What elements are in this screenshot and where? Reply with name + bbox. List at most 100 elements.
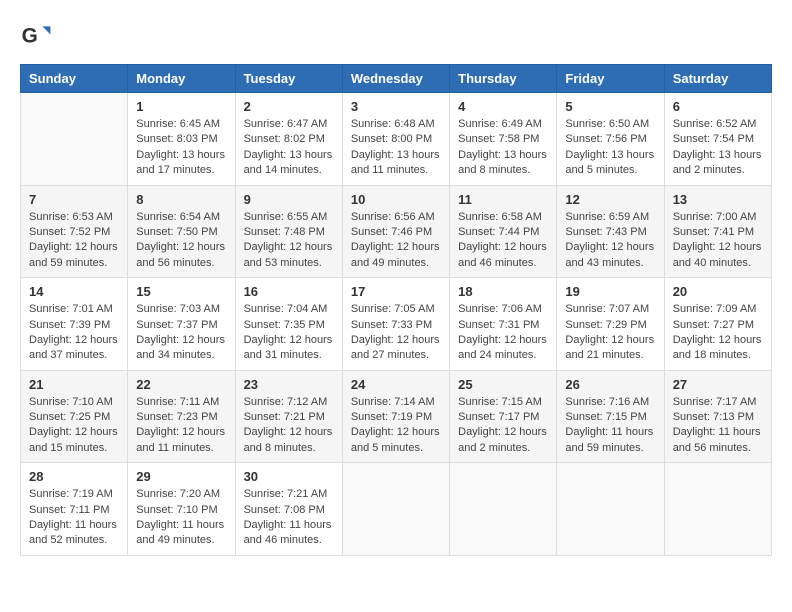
day-number: 10 xyxy=(351,192,441,207)
calendar-cell: 26Sunrise: 7:16 AMSunset: 7:15 PMDayligh… xyxy=(557,370,664,463)
cell-content-line: Sunrise: 7:17 AM xyxy=(673,395,763,410)
cell-content-line: Daylight: 13 hours xyxy=(136,148,226,163)
cell-content-line: and 8 minutes. xyxy=(244,441,334,456)
calendar-cell: 21Sunrise: 7:10 AMSunset: 7:25 PMDayligh… xyxy=(21,370,128,463)
day-number: 26 xyxy=(565,377,655,392)
calendar-cell: 28Sunrise: 7:19 AMSunset: 7:11 PMDayligh… xyxy=(21,463,128,556)
calendar-cell xyxy=(557,463,664,556)
calendar-week-row: 28Sunrise: 7:19 AMSunset: 7:11 PMDayligh… xyxy=(21,463,772,556)
cell-content-line: Sunrise: 7:04 AM xyxy=(244,302,334,317)
cell-content-line: Daylight: 12 hours xyxy=(29,333,119,348)
day-number: 22 xyxy=(136,377,226,392)
cell-content-line: Daylight: 12 hours xyxy=(136,240,226,255)
day-number: 21 xyxy=(29,377,119,392)
cell-content-line: Sunset: 8:03 PM xyxy=(136,132,226,147)
cell-content-line: Daylight: 11 hours xyxy=(29,518,119,533)
calendar-week-row: 14Sunrise: 7:01 AMSunset: 7:39 PMDayligh… xyxy=(21,278,772,371)
cell-content-line: Daylight: 12 hours xyxy=(136,333,226,348)
cell-content-line: Sunset: 7:41 PM xyxy=(673,225,763,240)
logo: G xyxy=(20,20,56,52)
calendar-cell: 10Sunrise: 6:56 AMSunset: 7:46 PMDayligh… xyxy=(342,185,449,278)
day-of-week-header: Thursday xyxy=(450,65,557,93)
cell-content-line: Sunset: 7:21 PM xyxy=(244,410,334,425)
cell-content-line: Daylight: 11 hours xyxy=(565,425,655,440)
day-of-week-header: Friday xyxy=(557,65,664,93)
cell-content-line: Sunset: 7:35 PM xyxy=(244,318,334,333)
calendar-cell: 11Sunrise: 6:58 AMSunset: 7:44 PMDayligh… xyxy=(450,185,557,278)
calendar-cell: 12Sunrise: 6:59 AMSunset: 7:43 PMDayligh… xyxy=(557,185,664,278)
calendar-cell: 25Sunrise: 7:15 AMSunset: 7:17 PMDayligh… xyxy=(450,370,557,463)
day-number: 3 xyxy=(351,99,441,114)
calendar-cell: 9Sunrise: 6:55 AMSunset: 7:48 PMDaylight… xyxy=(235,185,342,278)
cell-content-line: Sunrise: 7:20 AM xyxy=(136,487,226,502)
calendar-cell: 29Sunrise: 7:20 AMSunset: 7:10 PMDayligh… xyxy=(128,463,235,556)
cell-content-line: and 15 minutes. xyxy=(29,441,119,456)
cell-content-line: Sunset: 8:00 PM xyxy=(351,132,441,147)
calendar-cell: 3Sunrise: 6:48 AMSunset: 8:00 PMDaylight… xyxy=(342,93,449,186)
cell-content-line: Sunrise: 6:59 AM xyxy=(565,210,655,225)
cell-content-line: and 59 minutes. xyxy=(565,441,655,456)
calendar-cell: 20Sunrise: 7:09 AMSunset: 7:27 PMDayligh… xyxy=(664,278,771,371)
cell-content-line: and 59 minutes. xyxy=(29,256,119,271)
calendar-week-row: 1Sunrise: 6:45 AMSunset: 8:03 PMDaylight… xyxy=(21,93,772,186)
calendar-cell: 13Sunrise: 7:00 AMSunset: 7:41 PMDayligh… xyxy=(664,185,771,278)
cell-content-line: Sunrise: 6:56 AM xyxy=(351,210,441,225)
cell-content-line: Sunrise: 7:00 AM xyxy=(673,210,763,225)
calendar-header-row: SundayMondayTuesdayWednesdayThursdayFrid… xyxy=(21,65,772,93)
cell-content-line: and 2 minutes. xyxy=(673,163,763,178)
calendar-cell: 15Sunrise: 7:03 AMSunset: 7:37 PMDayligh… xyxy=(128,278,235,371)
cell-content-line: and 17 minutes. xyxy=(136,163,226,178)
cell-content-line: Sunset: 7:27 PM xyxy=(673,318,763,333)
day-number: 16 xyxy=(244,284,334,299)
day-number: 18 xyxy=(458,284,548,299)
cell-content-line: Daylight: 12 hours xyxy=(136,425,226,440)
calendar-cell: 22Sunrise: 7:11 AMSunset: 7:23 PMDayligh… xyxy=(128,370,235,463)
calendar-cell: 16 Sunrise: 7:04 AMSunset: 7:35 PMDayligh… xyxy=(235,278,342,371)
cell-content-line: Sunset: 7:39 PM xyxy=(29,318,119,333)
cell-content-line: Daylight: 12 hours xyxy=(565,333,655,348)
cell-content-line: Daylight: 12 hours xyxy=(351,240,441,255)
calendar-cell: 17Sunrise: 7:05 AMSunset: 7:33 PMDayligh… xyxy=(342,278,449,371)
day-of-week-header: Tuesday xyxy=(235,65,342,93)
calendar-cell: 18Sunrise: 7:06 AMSunset: 7:31 PMDayligh… xyxy=(450,278,557,371)
cell-content-line: Sunrise: 7:12 AM xyxy=(244,395,334,410)
day-number: 14 xyxy=(29,284,119,299)
cell-content-line: Sunset: 7:33 PM xyxy=(351,318,441,333)
cell-content-line: Daylight: 12 hours xyxy=(673,240,763,255)
cell-content-line: Sunset: 7:43 PM xyxy=(565,225,655,240)
cell-content-line: Daylight: 13 hours xyxy=(244,148,334,163)
calendar-week-row: 7Sunrise: 6:53 AMSunset: 7:52 PMDaylight… xyxy=(21,185,772,278)
day-number: 15 xyxy=(136,284,226,299)
cell-content-line: Sunrise: 7:11 AM xyxy=(136,395,226,410)
cell-content-line: Sunset: 7:11 PM xyxy=(29,503,119,518)
cell-content-line: Sunrise: 7:10 AM xyxy=(29,395,119,410)
day-number: 5 xyxy=(565,99,655,114)
day-of-week-header: Saturday xyxy=(664,65,771,93)
day-number: 23 xyxy=(244,377,334,392)
day-number: 27 xyxy=(673,377,763,392)
cell-content-line: Sunset: 7:48 PM xyxy=(244,225,334,240)
cell-content-line: and 52 minutes. xyxy=(29,533,119,548)
cell-content-line: Daylight: 12 hours xyxy=(673,333,763,348)
cell-content-line: Sunset: 7:58 PM xyxy=(458,132,548,147)
day-number: 1 xyxy=(136,99,226,114)
cell-content-line: Sunrise: 6:55 AM xyxy=(244,210,334,225)
calendar-cell: 6Sunrise: 6:52 AMSunset: 7:54 PMDaylight… xyxy=(664,93,771,186)
cell-content-line: Sunrise: 7:09 AM xyxy=(673,302,763,317)
day-number: 6 xyxy=(673,99,763,114)
cell-content-line: and 21 minutes. xyxy=(565,348,655,363)
cell-content-line: and 34 minutes. xyxy=(136,348,226,363)
calendar-cell: 2Sunrise: 6:47 AMSunset: 8:02 PMDaylight… xyxy=(235,93,342,186)
cell-content-line: Sunset: 7:44 PM xyxy=(458,225,548,240)
day-of-week-header: Sunday xyxy=(21,65,128,93)
cell-content-line: Sunset: 7:08 PM xyxy=(244,503,334,518)
cell-content-line: Daylight: 12 hours xyxy=(244,333,334,348)
cell-content-line: Daylight: 12 hours xyxy=(29,425,119,440)
cell-content-line: and 56 minutes. xyxy=(673,441,763,456)
day-number: 7 xyxy=(29,192,119,207)
cell-content-line: Sunrise: 7:16 AM xyxy=(565,395,655,410)
cell-content-line: Sunrise: 7:06 AM xyxy=(458,302,548,317)
calendar-cell: 19Sunrise: 7:07 AMSunset: 7:29 PMDayligh… xyxy=(557,278,664,371)
cell-content-line: and 27 minutes. xyxy=(351,348,441,363)
cell-content-line: and 11 minutes. xyxy=(136,441,226,456)
